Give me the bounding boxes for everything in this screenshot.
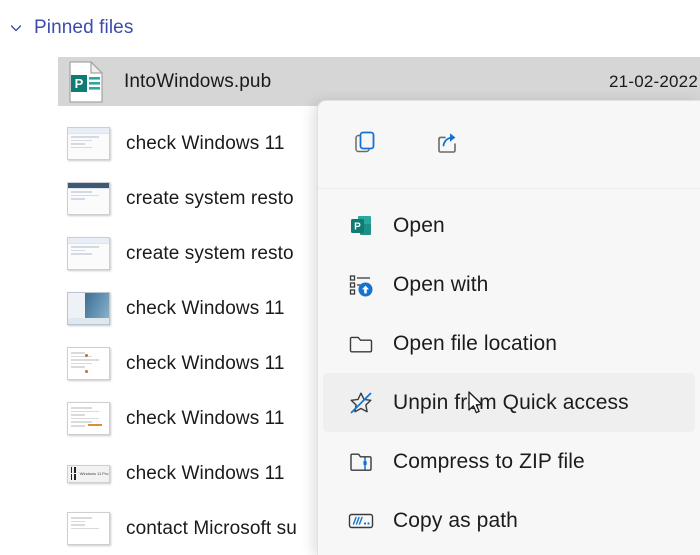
- image-thumbnail: [60, 177, 116, 221]
- file-name: contact Microsoft su: [126, 517, 297, 539]
- menu-item-label: Copy as path: [393, 508, 518, 532]
- file-name: check Windows 11: [126, 407, 285, 429]
- file-name: create system resto: [126, 187, 294, 209]
- share-icon: [433, 128, 461, 161]
- context-menu-items: P Open Open with Open file location Unpi…: [318, 189, 700, 550]
- file-name: check Windows 11: [126, 297, 285, 319]
- publisher-file-icon: P: [58, 60, 114, 104]
- copy-button[interactable]: [345, 125, 385, 165]
- copy-icon: [351, 128, 379, 161]
- menu-item-unpin-from-quick-access[interactable]: Unpin from Quick access: [323, 373, 695, 432]
- image-thumbnail: [60, 287, 116, 331]
- menu-item-open-file-location[interactable]: Open file location: [323, 314, 695, 373]
- menu-item-label: Unpin from Quick access: [393, 390, 629, 414]
- menu-item-open[interactable]: P Open: [323, 196, 695, 255]
- chevron-down-icon[interactable]: [8, 20, 24, 36]
- menu-item-open-with[interactable]: Open with: [323, 255, 695, 314]
- menu-item-label: Open with: [393, 272, 489, 296]
- menu-item-label: Open file location: [393, 331, 558, 355]
- share-button[interactable]: [427, 125, 467, 165]
- file-name: check Windows 11: [126, 462, 285, 484]
- file-date: 21-02-2022: [609, 71, 698, 91]
- file-name: check Windows 11: [126, 132, 285, 154]
- svg-text:P: P: [354, 221, 361, 232]
- file-name: create system resto: [126, 242, 294, 264]
- file-explorer-home-view: Pinned files P IntoWindows.pub 21-02-202…: [0, 0, 700, 555]
- svg-text:P: P: [75, 76, 84, 91]
- zip-folder-icon: [345, 446, 377, 478]
- image-thumbnail: [60, 397, 116, 441]
- image-thumbnail: Windows 11 Pro: [60, 452, 116, 496]
- publisher-app-icon: P: [345, 210, 377, 242]
- file-row-selected[interactable]: P IntoWindows.pub 21-02-2022: [58, 57, 700, 106]
- open-with-icon: [345, 269, 377, 301]
- unpin-star-icon: [345, 387, 377, 419]
- pinned-files-title: Pinned files: [34, 17, 134, 38]
- context-menu: P Open Open with Open file location Unpi…: [317, 100, 700, 555]
- menu-item-label: Compress to ZIP file: [393, 449, 585, 473]
- image-thumbnail: [60, 507, 116, 551]
- copy-path-icon: [345, 505, 377, 537]
- menu-item-label: Open: [393, 213, 445, 237]
- menu-item-copy-as-path[interactable]: Copy as path: [323, 491, 695, 550]
- folder-icon: [345, 328, 377, 360]
- file-name: check Windows 11: [126, 352, 285, 374]
- pinned-files-section-header[interactable]: Pinned files: [8, 14, 133, 42]
- menu-item-compress-to-zip[interactable]: Compress to ZIP file: [323, 432, 695, 491]
- image-thumbnail: [60, 342, 116, 386]
- context-menu-toolbar: [318, 101, 700, 189]
- file-name: IntoWindows.pub: [124, 70, 272, 92]
- image-thumbnail: [60, 122, 116, 166]
- image-thumbnail: [60, 232, 116, 276]
